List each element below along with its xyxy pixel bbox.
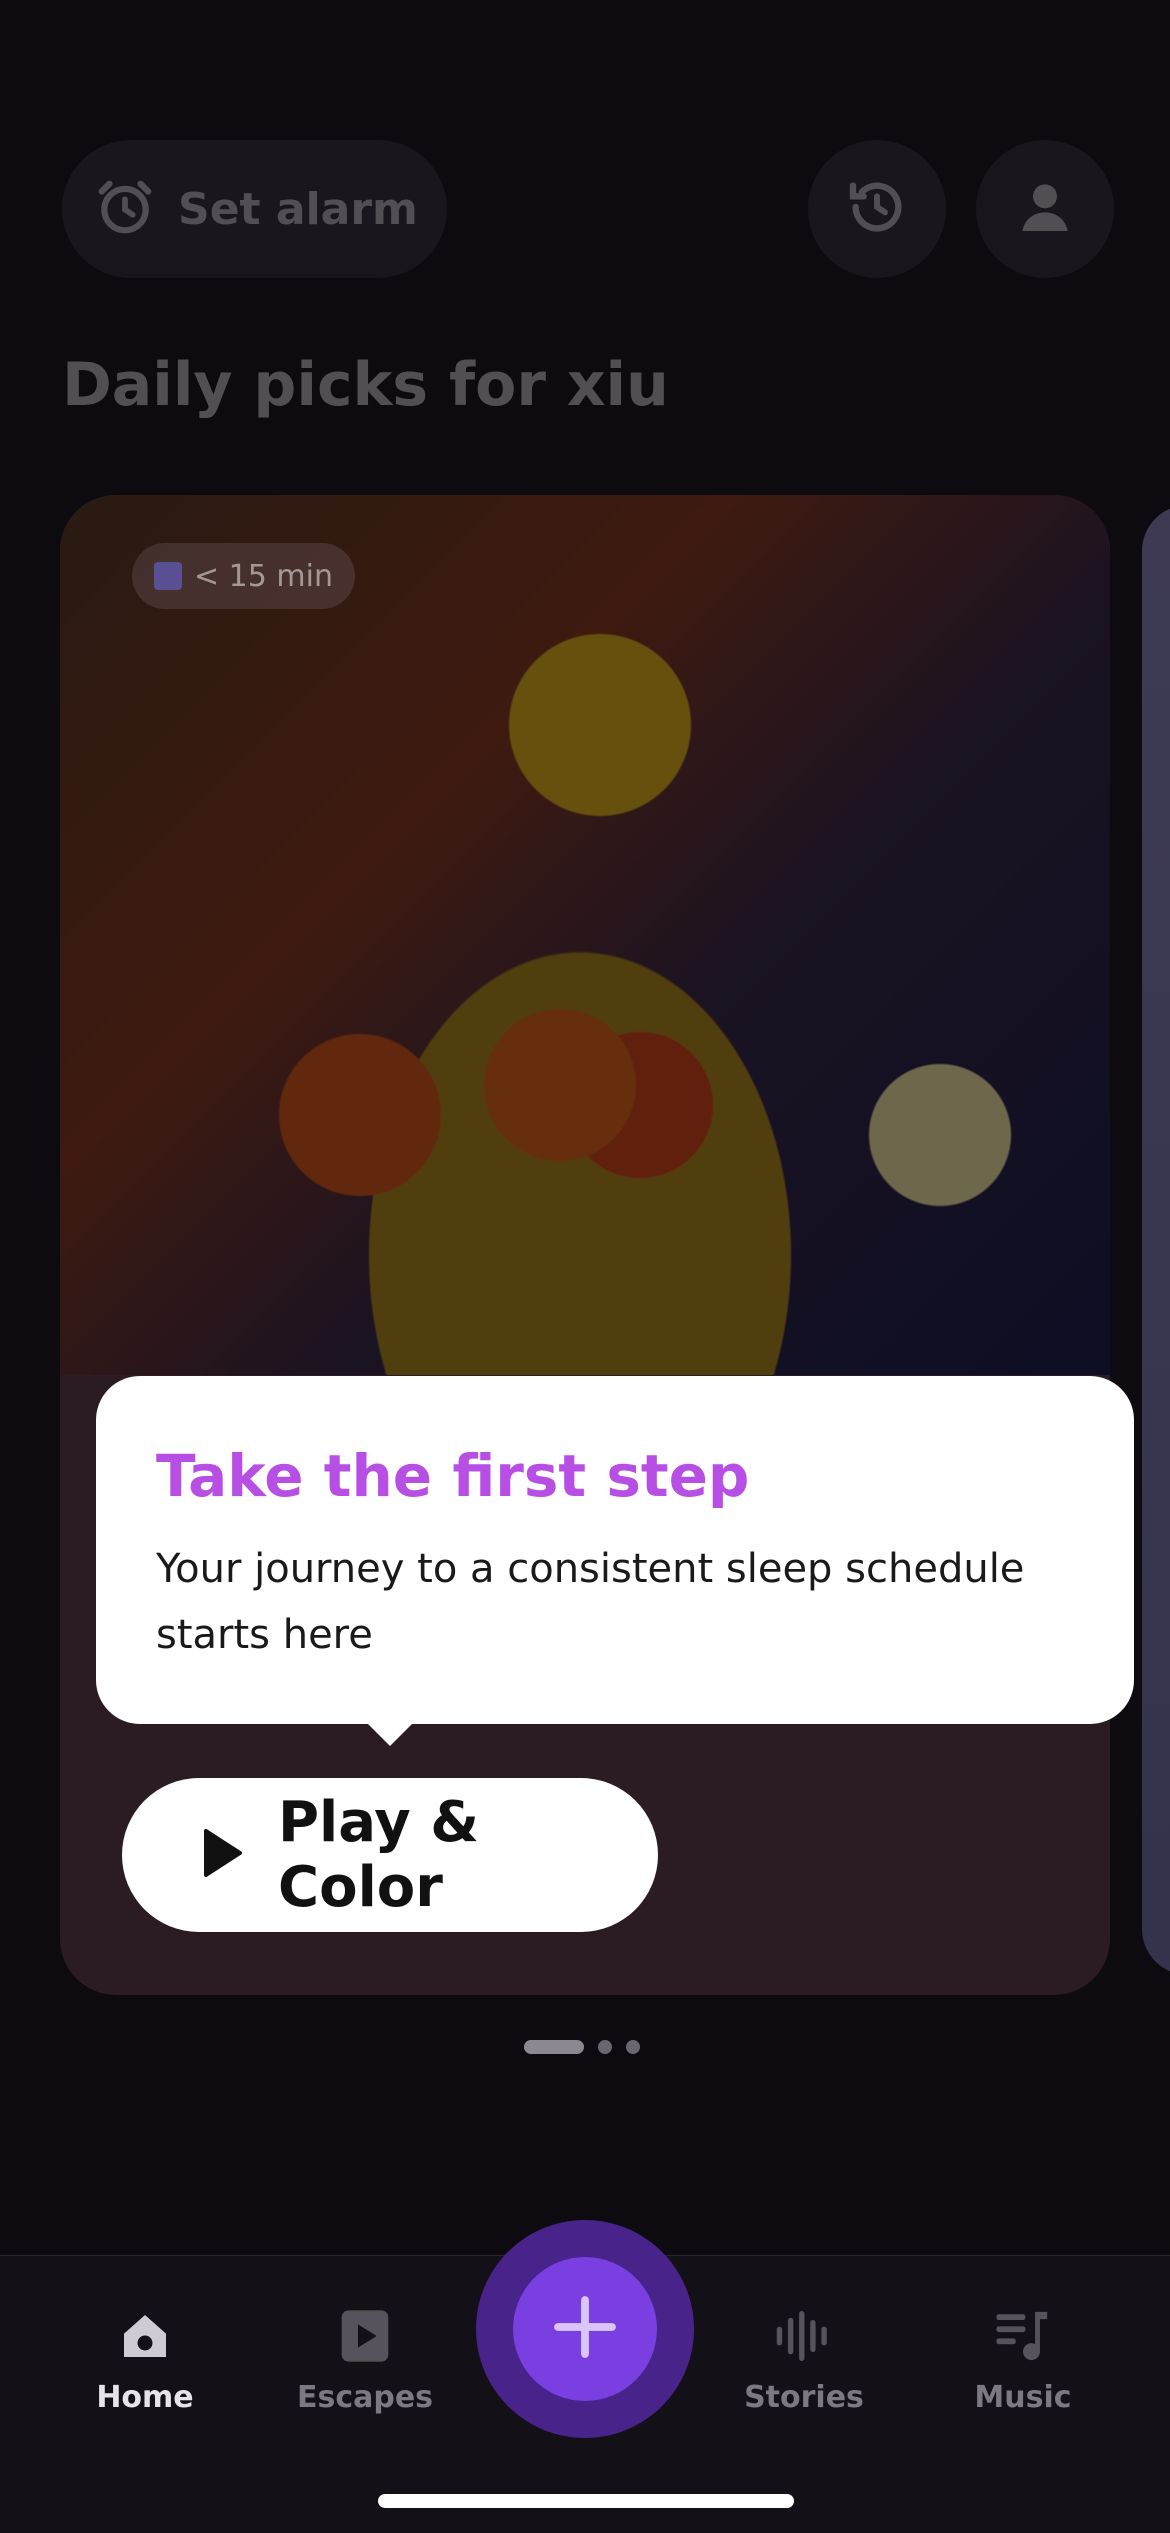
duration-badge: < 15 min bbox=[132, 543, 355, 609]
daily-pick-card[interactable]: < 15 min bbox=[60, 495, 1110, 1995]
nav-item-home[interactable]: Home bbox=[65, 2306, 225, 2415]
section-title: Daily picks for xiu bbox=[62, 350, 669, 420]
home-indicator[interactable] bbox=[378, 2494, 794, 2508]
waveform-icon bbox=[774, 2306, 834, 2366]
set-alarm-label: Set alarm bbox=[178, 183, 418, 235]
create-button[interactable] bbox=[476, 2220, 694, 2438]
nav-item-stories[interactable]: Stories bbox=[724, 2306, 884, 2415]
nav-label-home: Home bbox=[96, 2380, 194, 2415]
nav-item-music[interactable]: Music bbox=[943, 2306, 1103, 2415]
play-icon bbox=[200, 1827, 244, 1883]
music-note-icon bbox=[993, 2306, 1053, 2366]
history-button[interactable] bbox=[808, 140, 946, 278]
next-card-peek[interactable] bbox=[1142, 505, 1170, 1975]
home-icon bbox=[115, 2306, 175, 2366]
nav-item-escapes[interactable]: Escapes bbox=[285, 2306, 445, 2415]
nav-label-stories: Stories bbox=[744, 2380, 864, 2415]
nav-label-music: Music bbox=[974, 2380, 1072, 2415]
onboarding-tooltip: Take the first step Your journey to a co… bbox=[96, 1376, 1134, 1746]
card-dim-overlay bbox=[60, 495, 1110, 1375]
play-square-icon bbox=[154, 562, 182, 590]
history-icon bbox=[845, 175, 909, 243]
play-square-icon bbox=[335, 2306, 395, 2366]
play-and-color-label: Play & Color bbox=[278, 1790, 480, 1920]
tooltip-title: Take the first step bbox=[156, 1442, 750, 1510]
set-alarm-button[interactable]: Set alarm bbox=[62, 140, 447, 278]
tooltip-body: Your journey to a consistent sleep sched… bbox=[156, 1546, 1025, 1658]
duration-badge-label: < 15 min bbox=[194, 558, 333, 594]
pager-dot-active bbox=[524, 2040, 584, 2054]
play-and-color-button[interactable]: Play & Color bbox=[122, 1778, 658, 1932]
create-button-inner bbox=[513, 2257, 657, 2401]
plus-icon bbox=[549, 2291, 621, 2367]
profile-button[interactable] bbox=[976, 140, 1114, 278]
profile-icon bbox=[1013, 175, 1077, 243]
pager-dot bbox=[626, 2040, 640, 2054]
pager-dots bbox=[524, 2040, 640, 2054]
pager-dot bbox=[598, 2040, 612, 2054]
alarm-clock-icon bbox=[94, 176, 156, 242]
nav-label-escapes: Escapes bbox=[296, 2380, 434, 2415]
